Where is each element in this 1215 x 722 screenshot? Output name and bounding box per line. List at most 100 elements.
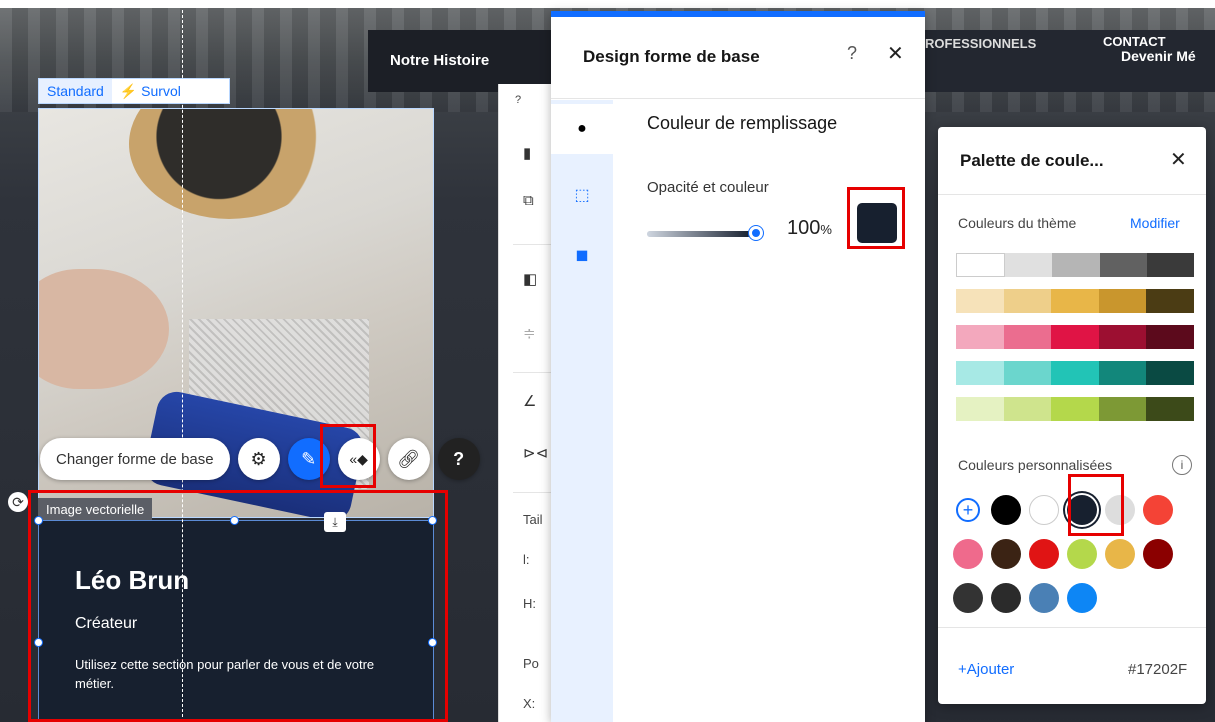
custom-color-swatch[interactable]	[1067, 583, 1097, 613]
theme-color-swatch[interactable]	[1098, 325, 1147, 349]
theme-color-swatch[interactable]	[956, 361, 1004, 385]
width-label: l:	[523, 552, 530, 567]
close-icon[interactable]: ✕	[887, 41, 904, 66]
custom-color-swatch[interactable]	[1143, 495, 1173, 525]
tab-standard[interactable]: Standard	[39, 79, 112, 103]
custom-color-swatch[interactable]	[953, 539, 983, 569]
theme-color-swatch[interactable]	[1146, 253, 1195, 277]
theme-color-swatch[interactable]	[1051, 361, 1099, 385]
opacity-unit: %	[820, 222, 832, 237]
theme-color-swatch[interactable]	[1003, 325, 1052, 349]
theme-color-swatch[interactable]	[1005, 253, 1053, 277]
theme-color-swatch[interactable]	[1003, 289, 1052, 313]
theme-colors-label: Couleurs du thème	[958, 215, 1077, 231]
custom-color-swatch[interactable]	[991, 583, 1021, 613]
help-icon[interactable]: ?	[437, 438, 480, 480]
design-shape-panel: Design forme de base ? ✕ ● ⬚ ◼ Couleur d…	[551, 11, 925, 722]
link-icon[interactable]: 🔗︎	[387, 438, 430, 480]
theme-color-swatch[interactable]	[956, 289, 1004, 313]
tab-hover[interactable]: ⚡ Survol	[112, 83, 189, 100]
theme-color-swatch[interactable]	[1099, 253, 1147, 277]
theme-color-swatch[interactable]	[1051, 289, 1099, 313]
highlight-vector-section	[28, 490, 448, 722]
custom-color-swatch[interactable]	[1067, 539, 1097, 569]
theme-color-swatch[interactable]	[1051, 325, 1099, 349]
floating-toolbar: Changer forme de base ⚙ ✎ «◆ 🔗︎ ?	[40, 438, 480, 480]
custom-color-swatch[interactable]	[991, 539, 1021, 569]
panel-header: Design forme de base ? ✕	[551, 17, 925, 99]
modify-theme-link[interactable]: Modifier	[1130, 215, 1180, 231]
opacity-color-label: Opacité et couleur	[647, 179, 769, 196]
change-shape-button[interactable]: Changer forme de base	[40, 438, 230, 480]
theme-color-row	[956, 325, 1194, 349]
selected-hex-value: #17202F	[1128, 661, 1188, 678]
theme-color-swatch[interactable]	[1003, 397, 1052, 421]
highlight-design-button	[320, 424, 376, 488]
height-label: H:	[523, 596, 536, 611]
theme-color-swatch[interactable]	[1051, 397, 1099, 421]
custom-color-swatch[interactable]	[1143, 539, 1173, 569]
site-nav-bar-right: ROFESSIONNELS CONTACT Devenir Mé	[925, 30, 1215, 92]
theme-color-swatch[interactable]	[1098, 289, 1147, 313]
rotate-icon[interactable]: ⟳	[8, 492, 28, 512]
custom-color-swatch[interactable]	[1029, 583, 1059, 613]
position-label: Po	[523, 656, 539, 671]
highlight-color-swatch	[847, 187, 905, 249]
add-color-icon[interactable]: +	[956, 498, 980, 522]
palette-divider	[938, 627, 1206, 628]
opacity-value[interactable]: 100%	[787, 217, 832, 240]
opacity-number: 100	[787, 217, 821, 239]
align-icon[interactable]: ≑	[523, 324, 536, 342]
theme-color-row	[956, 253, 1195, 277]
size-label: Tail	[523, 512, 543, 527]
shadow-icon[interactable]: ◼	[551, 230, 613, 280]
theme-color-swatch[interactable]	[1146, 325, 1194, 349]
opacity-slider-fill	[647, 231, 751, 237]
nav-link-professionnels[interactable]: ROFESSIONNELS	[925, 36, 1036, 51]
custom-color-swatch[interactable]	[1029, 539, 1059, 569]
theme-color-swatch[interactable]	[956, 397, 1004, 421]
theme-color-swatch[interactable]	[1052, 253, 1100, 277]
nav-link-devenir[interactable]: Devenir Mé	[1121, 48, 1196, 64]
theme-color-swatch[interactable]	[956, 253, 1006, 277]
theme-color-swatch[interactable]	[1003, 361, 1052, 385]
color-palette-panel: Palette de coule... ✕ Couleurs du thème …	[938, 127, 1206, 704]
flip-icon[interactable]: ⊳⊲	[523, 444, 548, 462]
help-icon[interactable]: ?	[847, 43, 857, 64]
lightning-icon: ⚡	[119, 82, 138, 99]
palette-header: Palette de coule... ✕	[938, 127, 1206, 195]
gear-icon[interactable]: ⚙	[237, 438, 280, 480]
tab-hover-label: Survol	[141, 82, 181, 99]
custom-color-swatch[interactable]	[991, 495, 1021, 525]
palette-title: Palette de coule...	[960, 151, 1104, 170]
custom-color-swatch[interactable]	[953, 583, 983, 613]
theme-color-swatch[interactable]	[1146, 397, 1194, 421]
info-icon[interactable]: i	[1172, 455, 1192, 475]
nav-link-histoire[interactable]: Notre Histoire	[390, 52, 489, 69]
opacity-slider-thumb[interactable]	[749, 226, 763, 240]
border-icon[interactable]: ⬚	[551, 170, 613, 220]
custom-color-swatch[interactable]	[1105, 539, 1135, 569]
theme-color-swatch[interactable]	[1146, 289, 1194, 313]
theme-color-swatch[interactable]	[1098, 361, 1147, 385]
theme-color-swatch[interactable]	[956, 325, 1004, 349]
site-nav-bar-left: Notre Histoire	[368, 30, 558, 92]
prop-help[interactable]: ?	[515, 94, 521, 106]
highlight-custom-color	[1068, 474, 1124, 536]
copy-icon[interactable]: ⧉	[523, 192, 534, 209]
add-color-link[interactable]: +Ajouter	[958, 661, 1014, 678]
close-icon[interactable]: ✕	[1170, 147, 1187, 172]
angle-icon[interactable]: ∠	[523, 392, 536, 410]
nav-link-contact[interactable]: CONTACT	[1103, 34, 1166, 49]
fill-color-title: Couleur de remplissage	[647, 113, 838, 133]
panel-side-rail: ● ⬚ ◼	[551, 100, 613, 722]
fill-drop-icon[interactable]: ●	[551, 104, 613, 154]
custom-color-swatch[interactable]	[1029, 495, 1059, 525]
theme-color-swatch[interactable]	[1146, 361, 1194, 385]
theme-color-row	[956, 361, 1194, 385]
layers-icon[interactable]: ◧	[523, 270, 537, 288]
properties-panel: ? ▮ ⧉ ◧ ≑ ∠ ⊳⊲ Tail l: H: Po X:	[498, 84, 559, 722]
theme-color-swatch[interactable]	[1098, 397, 1147, 421]
arrange-front-icon[interactable]: ▮	[523, 144, 531, 162]
custom-colors-label: Couleurs personnalisées	[958, 457, 1113, 473]
